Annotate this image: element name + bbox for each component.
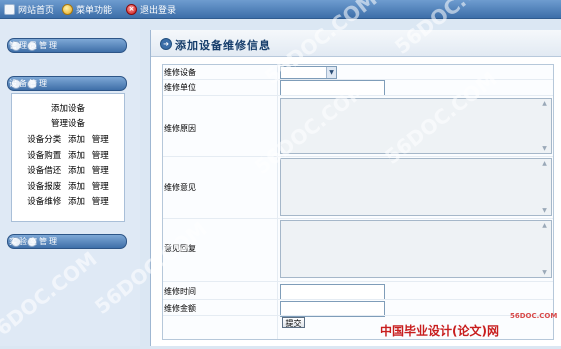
unit-label: 维修单位 bbox=[164, 83, 196, 92]
scroll-up-icon[interactable]: ▲ bbox=[541, 222, 548, 229]
main-content: ➜ 添加设备维修信息 维修设备 ▼ 维修单位 维修原因 ▲ ▼ 维修意见 ▲ ▼… bbox=[150, 30, 561, 346]
sidebar: 管理员管理 设备管理 添加设备 管理设备 设备分类 添加 管理 设备购置 添加 … bbox=[0, 19, 140, 346]
menu-add-link[interactable]: 添加 bbox=[68, 151, 85, 161]
menu-function-link[interactable]: 菜单功能 bbox=[62, 3, 113, 16]
home-icon bbox=[4, 3, 15, 15]
home-link-label: 网站首页 bbox=[18, 5, 55, 16]
menu-add-link[interactable]: 添加 bbox=[68, 182, 85, 192]
page-title: 添加设备维修信息 bbox=[175, 39, 271, 52]
reply-textarea[interactable]: ▲ ▼ bbox=[280, 220, 552, 278]
time-input[interactable] bbox=[280, 284, 385, 300]
exit-icon: × bbox=[126, 3, 137, 15]
sidebar-section-label: 管理员管理 bbox=[9, 41, 59, 50]
page-title-bar: ➜ 添加设备维修信息 bbox=[151, 30, 561, 57]
row-divider bbox=[163, 156, 553, 157]
menu-function-label: 菜单功能 bbox=[76, 5, 113, 16]
star-icon bbox=[62, 3, 73, 15]
opinion-label: 维修意见 bbox=[164, 183, 196, 192]
menu-item-label: 设备维修 bbox=[27, 197, 62, 207]
menu-item-manage-device[interactable]: 管理设备 bbox=[12, 117, 124, 129]
home-link[interactable]: 网站首页 bbox=[4, 3, 55, 16]
scroll-down-icon[interactable]: ▼ bbox=[541, 145, 548, 152]
menu-item-label: 设备分类 bbox=[27, 135, 62, 145]
site-logo-text: 中国毕业设计(论文)网 bbox=[380, 324, 499, 338]
sidebar-section-admin[interactable]: 管理员管理 bbox=[7, 38, 127, 53]
row-divider bbox=[163, 218, 553, 219]
logout-link[interactable]: × 退出登录 bbox=[126, 3, 177, 16]
scroll-up-icon[interactable]: ▲ bbox=[541, 160, 548, 167]
row-divider bbox=[163, 315, 553, 316]
menu-item-device-borrow: 设备借还 添加 管理 bbox=[12, 164, 124, 176]
reason-label: 维修原因 bbox=[164, 124, 196, 133]
submit-button[interactable]: 提交 bbox=[282, 317, 305, 328]
menu-manage-link[interactable]: 管理 bbox=[92, 166, 109, 176]
row-divider bbox=[163, 95, 553, 96]
opinion-textarea[interactable]: ▲ ▼ bbox=[280, 158, 552, 216]
menu-link-label[interactable]: 添加设备 bbox=[51, 104, 85, 114]
sidebar-section-device[interactable]: 设备管理 bbox=[7, 76, 127, 91]
repair-form: 维修设备 ▼ 维修单位 维修原因 ▲ ▼ 维修意见 ▲ ▼ 意见回复 ▲ ▼ 维… bbox=[162, 64, 554, 340]
menu-manage-link[interactable]: 管理 bbox=[92, 182, 109, 192]
menu-manage-link[interactable]: 管理 bbox=[92, 197, 109, 207]
unit-input[interactable] bbox=[280, 80, 385, 96]
top-toolbar: 网站首页 菜单功能 × 退出登录 bbox=[0, 0, 561, 19]
menu-item-label: 设备购置 bbox=[27, 151, 62, 161]
row-divider bbox=[163, 281, 553, 282]
menu-item-device-category: 设备分类 添加 管理 bbox=[12, 133, 124, 145]
device-label: 维修设备 bbox=[164, 68, 196, 77]
scroll-down-icon[interactable]: ▼ bbox=[541, 207, 548, 214]
arrow-right-icon: ➜ bbox=[160, 38, 172, 50]
site-logo: 56DOC.COM 中国毕业设计(论文)网 bbox=[380, 312, 557, 339]
sidebar-section-label: 实验室管理 bbox=[9, 237, 59, 246]
menu-item-label: 设备借还 bbox=[27, 166, 62, 176]
reply-label: 意见回复 bbox=[164, 244, 196, 253]
site-logo-small: 56DOC.COM bbox=[510, 312, 558, 320]
scroll-down-icon[interactable]: ▼ bbox=[541, 269, 548, 276]
menu-add-link[interactable]: 添加 bbox=[68, 135, 85, 145]
menu-add-link[interactable]: 添加 bbox=[68, 197, 85, 207]
menu-link-label[interactable]: 管理设备 bbox=[51, 119, 85, 129]
menu-manage-link[interactable]: 管理 bbox=[92, 151, 109, 161]
sidebar-section-lab[interactable]: 实验室管理 bbox=[7, 234, 127, 249]
menu-item-device-scrap: 设备报废 添加 管理 bbox=[12, 180, 124, 192]
time-label: 维修时间 bbox=[164, 287, 196, 296]
form-divider bbox=[277, 65, 278, 339]
menu-item-add-device[interactable]: 添加设备 bbox=[12, 102, 124, 114]
menu-add-link[interactable]: 添加 bbox=[68, 166, 85, 176]
menu-manage-link[interactable]: 管理 bbox=[92, 135, 109, 145]
menu-item-device-repair: 设备维修 添加 管理 bbox=[12, 195, 124, 207]
device-select[interactable]: ▼ bbox=[280, 66, 337, 79]
reason-textarea[interactable]: ▲ ▼ bbox=[280, 98, 552, 154]
menu-item-device-purchase: 设备购置 添加 管理 bbox=[12, 149, 124, 161]
row-divider bbox=[163, 299, 553, 300]
logout-label: 退出登录 bbox=[140, 5, 177, 16]
device-menu-panel: 添加设备 管理设备 设备分类 添加 管理 设备购置 添加 管理 设备借还 添加 … bbox=[11, 93, 125, 222]
sidebar-section-label: 设备管理 bbox=[9, 79, 49, 88]
amount-label: 维修金额 bbox=[164, 304, 196, 313]
menu-item-label: 设备报废 bbox=[27, 182, 62, 192]
chevron-down-icon[interactable]: ▼ bbox=[326, 67, 336, 78]
scroll-up-icon[interactable]: ▲ bbox=[541, 100, 548, 107]
